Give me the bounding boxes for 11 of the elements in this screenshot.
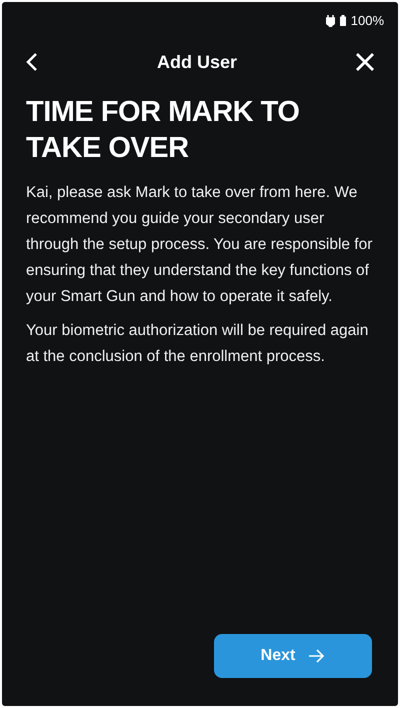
body-paragraph: Your biometric authorization will be required again at the conclusion of the enrollment process.	[26, 321, 370, 367]
plug-icon	[326, 14, 335, 26]
page-heading: TIME FOR MARK TO TAKE OVER	[25, 95, 300, 166]
arrow-right-icon	[309, 649, 326, 663]
body-paragraph: Kai, please ask Mark to take over from here. We recommend you guide your secondary user through the setup process. You are responsible for ensuring that they understand the key functions of your Smart Gun and how to operate it safely.	[26, 183, 374, 307]
next-button[interactable]: Next	[214, 634, 372, 678]
back-icon[interactable]	[26, 53, 38, 71]
battery-icon	[340, 15, 346, 26]
close-icon[interactable]	[356, 53, 374, 71]
screen-title: Add User	[156, 50, 237, 74]
battery-percentage: 100%	[350, 12, 384, 30]
